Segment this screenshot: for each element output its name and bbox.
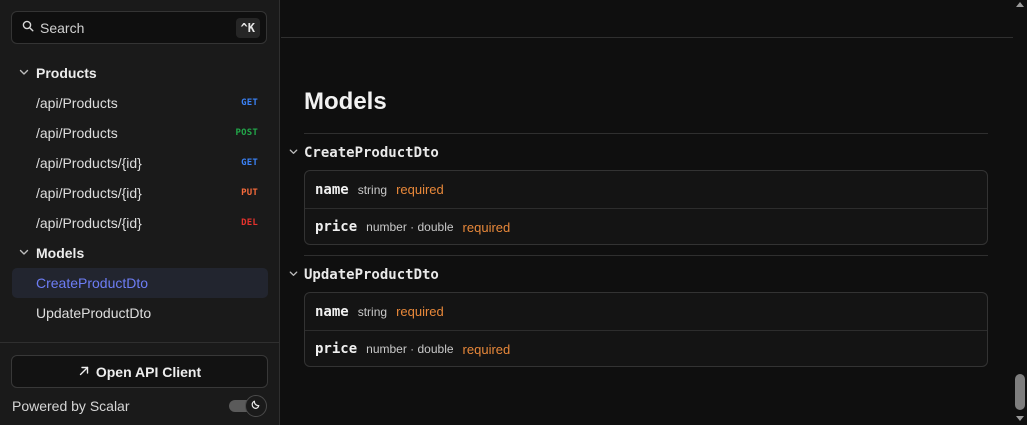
model-link-label: CreateProductDto xyxy=(36,275,149,291)
search-icon xyxy=(22,19,34,37)
property-name: price xyxy=(315,341,358,357)
endpoint-path: /api/Products/{id} xyxy=(36,215,142,231)
endpoint-path: /api/Products xyxy=(36,125,118,141)
required-badge: required xyxy=(396,304,444,319)
endpoint-path: /api/Products xyxy=(36,95,118,111)
sidebar-item-delete-product[interactable]: /api/Products/{id} DEL xyxy=(12,208,268,238)
method-badge: GET xyxy=(241,158,258,168)
chevron-down-icon xyxy=(18,65,36,81)
sidebar-footer: Open API Client Powered by Scalar xyxy=(0,342,280,425)
chevron-down-icon xyxy=(288,145,304,161)
scroll-up-arrow-icon[interactable] xyxy=(1016,2,1024,7)
property-name: name xyxy=(315,181,349,198)
property-type: string xyxy=(357,304,388,319)
sidebar-group-models[interactable]: Models xyxy=(12,238,268,268)
search-shortcut: ^K xyxy=(235,17,260,38)
sidebar-item-create-product-dto[interactable]: CreateProductDto xyxy=(12,268,268,298)
model-link-label: UpdateProductDto xyxy=(36,305,152,321)
method-badge: PUT xyxy=(241,188,258,198)
main-content: Models CreateProductDto name string requ… xyxy=(281,0,1013,425)
chevron-down-icon xyxy=(288,267,304,283)
property-row: name string required xyxy=(305,171,987,208)
sidebar-item-update-product-dto[interactable]: UpdateProductDto xyxy=(12,298,268,328)
property-name: price xyxy=(315,219,358,235)
sidebar: Search ^K Products /api/Products GET /ap… xyxy=(0,0,280,425)
sidebar-item-put-product[interactable]: /api/Products/{id} PUT xyxy=(12,178,268,208)
required-badge: required xyxy=(462,219,511,235)
scroll-thumb[interactable] xyxy=(1015,374,1025,410)
property-name: name xyxy=(315,303,349,320)
theme-toggle[interactable] xyxy=(229,395,267,417)
moon-icon xyxy=(250,397,262,415)
model-name: UpdateProductDto xyxy=(304,267,439,283)
property-type: number · double xyxy=(366,220,454,234)
open-api-client-button[interactable]: Open API Client xyxy=(11,355,268,388)
property-row: name string required xyxy=(305,293,987,330)
model-header-create-product-dto[interactable]: CreateProductDto xyxy=(288,145,439,161)
model-properties-card: name string required price number · doub… xyxy=(304,170,988,245)
endpoint-path: /api/Products/{id} xyxy=(36,185,142,201)
search-input[interactable]: Search ^K xyxy=(11,11,267,44)
scroll-down-arrow-icon[interactable] xyxy=(1016,416,1024,421)
chevron-down-icon xyxy=(18,245,36,261)
divider xyxy=(304,133,988,134)
sidebar-item-get-product-by-id[interactable]: /api/Products/{id} GET xyxy=(12,148,268,178)
property-type: number · double xyxy=(366,342,454,356)
property-type: string xyxy=(357,182,388,197)
powered-by-link[interactable]: Powered by Scalar xyxy=(12,398,130,414)
arrow-up-right-icon xyxy=(78,364,96,380)
divider xyxy=(304,255,988,256)
sidebar-nav: Products /api/Products GET /api/Products… xyxy=(12,58,268,328)
required-badge: required xyxy=(396,182,444,197)
sidebar-item-post-products[interactable]: /api/Products POST xyxy=(12,118,268,148)
required-badge: required xyxy=(462,341,511,357)
property-row: price number · double required xyxy=(305,330,987,367)
method-badge: GET xyxy=(241,98,258,108)
divider xyxy=(281,37,1013,38)
sidebar-item-get-products[interactable]: /api/Products GET xyxy=(12,88,268,118)
endpoint-path: /api/Products/{id} xyxy=(36,155,142,171)
sidebar-group-label: Models xyxy=(36,245,85,261)
model-header-update-product-dto[interactable]: UpdateProductDto xyxy=(288,267,439,283)
scrollbar[interactable] xyxy=(1013,0,1027,425)
open-api-client-label: Open API Client xyxy=(95,363,202,380)
search-label: Search xyxy=(40,19,85,36)
sidebar-group-label: Products xyxy=(36,65,97,81)
property-row: price number · double required xyxy=(305,208,987,245)
toggle-knob xyxy=(245,395,267,417)
page-title: Models xyxy=(304,88,387,115)
method-badge: POST xyxy=(235,128,258,138)
model-properties-card: name string required price number · doub… xyxy=(304,292,988,367)
model-name: CreateProductDto xyxy=(304,145,439,161)
method-badge: DEL xyxy=(241,218,258,228)
sidebar-group-products[interactable]: Products xyxy=(12,58,268,88)
